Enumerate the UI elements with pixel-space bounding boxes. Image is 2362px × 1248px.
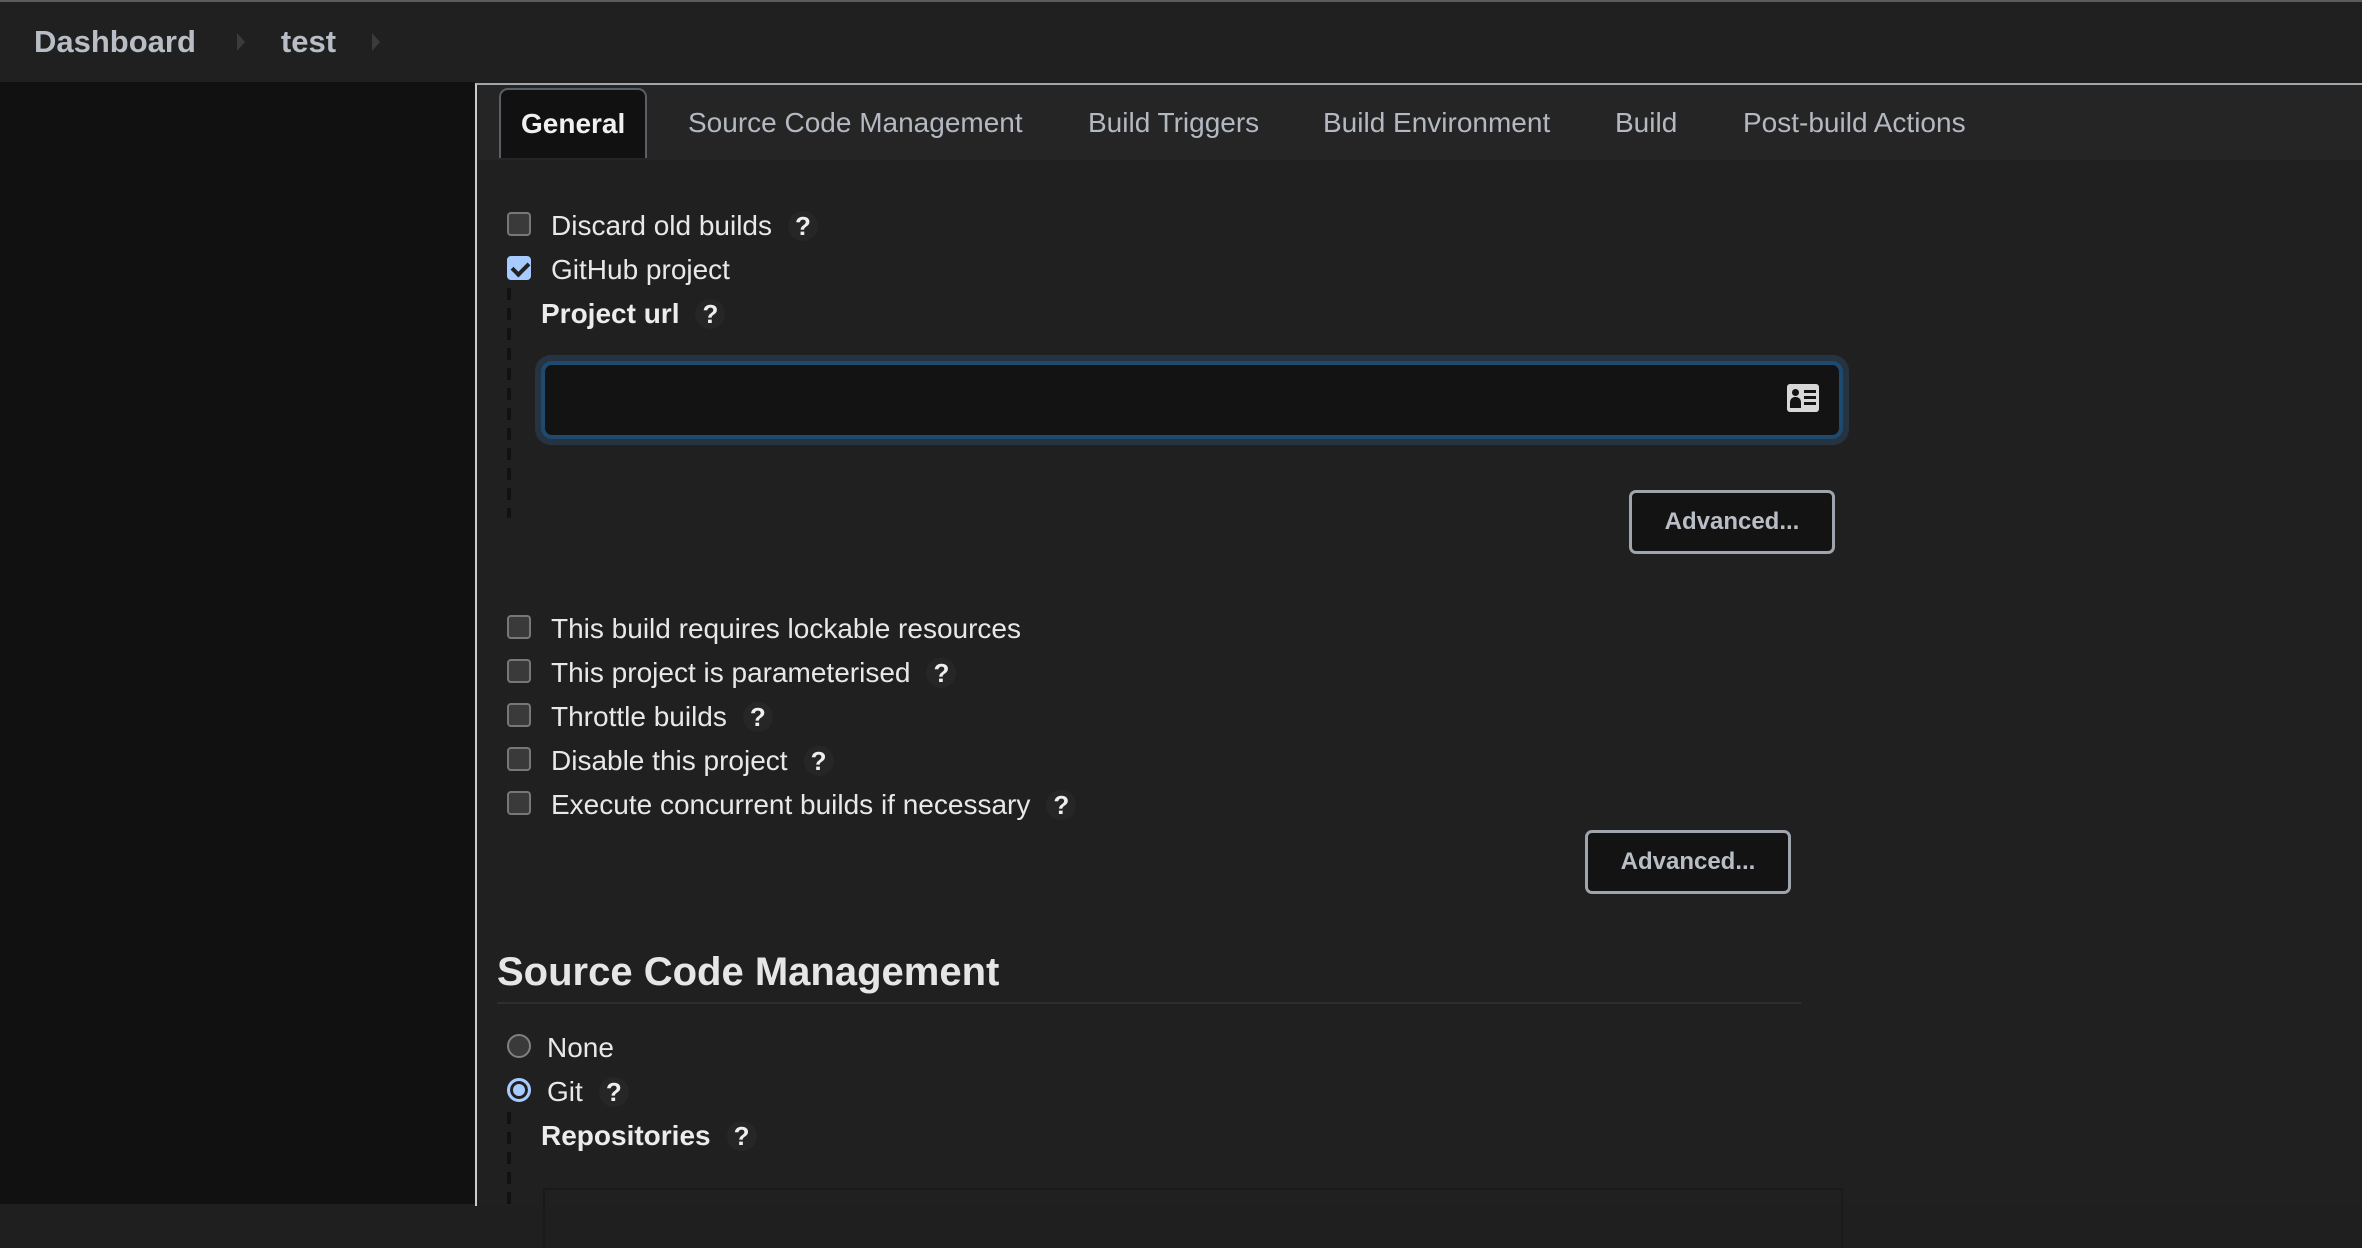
- help-icon[interactable]: ?: [742, 702, 773, 732]
- breadcrumb-bar: Dashboard test: [0, 2, 2362, 82]
- tab-post-build-actions[interactable]: Post-build Actions: [1743, 85, 1966, 160]
- project-url-focus-ring: [535, 355, 1849, 445]
- general-section: Discard old builds ? GitHub project Proj…: [477, 160, 2362, 1248]
- help-icon[interactable]: ?: [803, 746, 834, 776]
- scm-none-option: None: [507, 1032, 614, 1064]
- tab-general[interactable]: General: [499, 88, 648, 158]
- concurrent-builds-option: Execute concurrent builds if necessary ?: [507, 789, 1077, 821]
- help-icon[interactable]: ?: [926, 658, 957, 688]
- scm-git-option: Git ?: [507, 1076, 629, 1108]
- discard-old-builds-label[interactable]: Discard old builds: [551, 210, 772, 242]
- disable-project-checkbox[interactable]: [507, 747, 531, 771]
- contact-card-icon[interactable]: [1787, 384, 1819, 412]
- help-icon[interactable]: ?: [598, 1077, 629, 1107]
- github-project-option: GitHub project: [507, 254, 730, 286]
- throttle-builds-checkbox[interactable]: [507, 703, 531, 727]
- help-icon[interactable]: ?: [726, 1121, 757, 1151]
- project-url-field-label: Project url ?: [541, 298, 726, 330]
- scm-git-label[interactable]: Git: [547, 1076, 583, 1108]
- help-icon[interactable]: ?: [788, 211, 818, 241]
- tab-source-code-management[interactable]: Source Code Management: [688, 85, 1023, 160]
- tab-bar: General Source Code Management Build Tri…: [477, 85, 2362, 160]
- breadcrumb-test[interactable]: test: [281, 24, 336, 60]
- repositories-field-label: Repositories ?: [541, 1120, 757, 1152]
- nested-section-guide: [507, 1112, 511, 1212]
- config-panel: General Source Code Management Build Tri…: [475, 83, 2362, 1248]
- disable-project-option: Disable this project ?: [507, 745, 834, 777]
- scm-none-radio[interactable]: [507, 1034, 531, 1058]
- lockable-resources-checkbox[interactable]: [507, 615, 531, 639]
- discard-old-builds-option: Discard old builds ?: [507, 210, 818, 242]
- discard-old-builds-checkbox[interactable]: [507, 212, 531, 236]
- scm-none-label[interactable]: None: [547, 1032, 614, 1064]
- advanced-button-2[interactable]: Advanced...: [1585, 830, 1791, 894]
- scm-git-radio[interactable]: [507, 1078, 531, 1102]
- section-divider: [497, 1002, 1801, 1004]
- breadcrumb-chevron-icon[interactable]: [372, 33, 381, 51]
- github-project-checkbox[interactable]: [507, 256, 531, 280]
- tab-build-environment[interactable]: Build Environment: [1323, 85, 1550, 160]
- lockable-resources-label[interactable]: This build requires lockable resources: [551, 613, 1021, 645]
- advanced-button[interactable]: Advanced...: [1629, 490, 1835, 554]
- breadcrumb-chevron-icon[interactable]: [236, 33, 245, 51]
- tab-build[interactable]: Build: [1615, 85, 1677, 160]
- throttle-builds-label[interactable]: Throttle builds: [551, 701, 727, 733]
- parameterised-option: This project is parameterised ?: [507, 657, 957, 689]
- github-project-label[interactable]: GitHub project: [551, 254, 730, 286]
- tab-build-triggers[interactable]: Build Triggers: [1088, 85, 1259, 160]
- project-url-input[interactable]: [541, 361, 1843, 439]
- breadcrumb-dashboard[interactable]: Dashboard: [34, 24, 196, 60]
- parameterised-label[interactable]: This project is parameterised: [551, 657, 910, 689]
- throttle-builds-option: Throttle builds ?: [507, 701, 773, 733]
- scm-section-title: Source Code Management: [497, 950, 1000, 994]
- help-icon[interactable]: ?: [1046, 790, 1077, 820]
- concurrent-builds-label[interactable]: Execute concurrent builds if necessary: [551, 789, 1030, 821]
- sidebar: [0, 82, 475, 1204]
- lockable-resources-option: This build requires lockable resources: [507, 613, 1021, 645]
- project-url-label: Project url: [541, 298, 680, 329]
- nested-section-guide: [507, 288, 511, 518]
- repositories-label: Repositories: [541, 1120, 711, 1151]
- parameterised-checkbox[interactable]: [507, 659, 531, 683]
- disable-project-label[interactable]: Disable this project: [551, 745, 788, 777]
- concurrent-builds-checkbox[interactable]: [507, 791, 531, 815]
- repositories-container: [543, 1188, 1843, 1248]
- help-icon[interactable]: ?: [695, 299, 726, 329]
